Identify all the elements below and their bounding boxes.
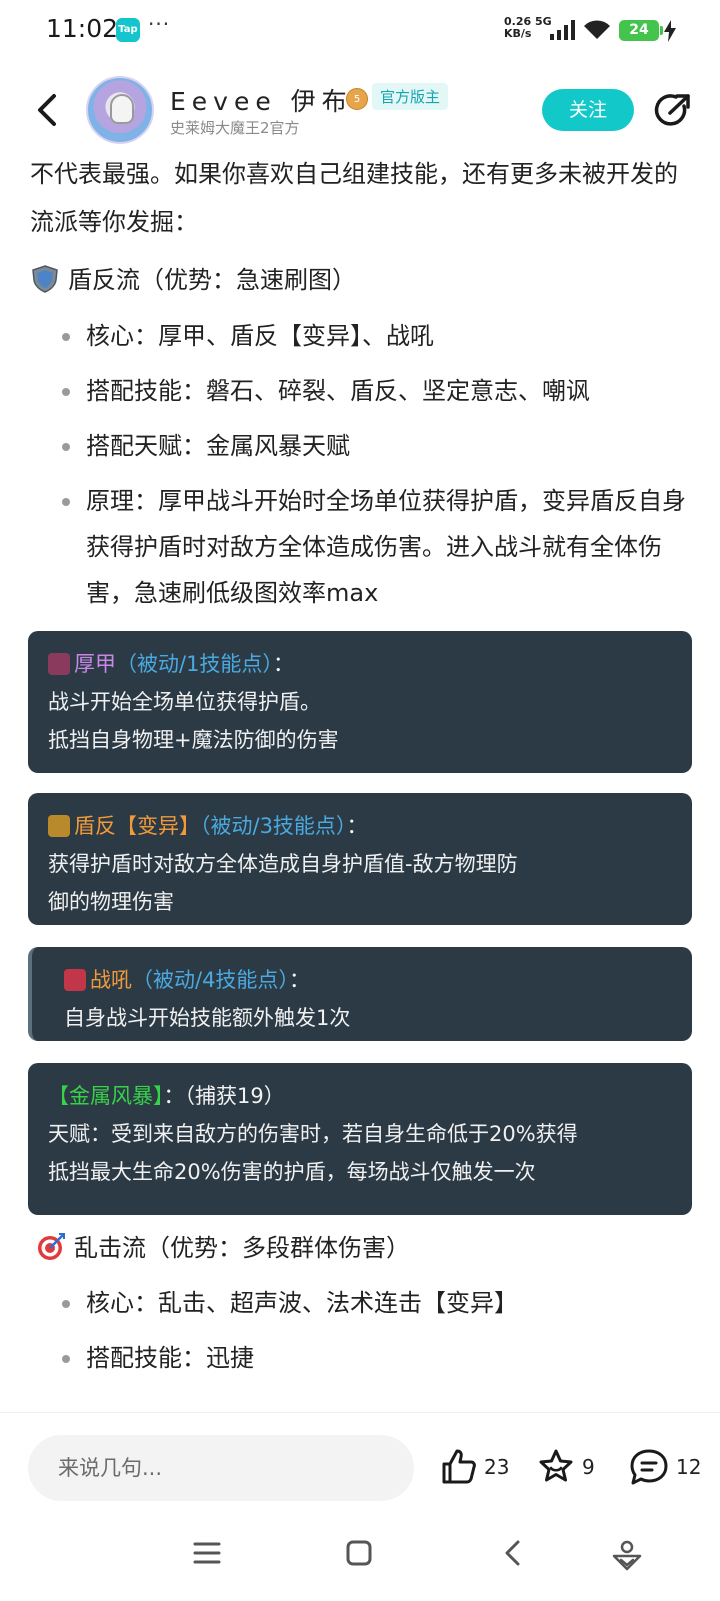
list-item: 核心：厚甲、盾反【变异】、战吼 — [62, 313, 702, 359]
talent-card-title: 【金属风暴】：（捕获19） — [48, 1077, 672, 1115]
share-icon[interactable] — [654, 92, 692, 130]
bullet-dot — [62, 498, 70, 506]
bullet-dot — [62, 1300, 70, 1308]
list-item-text: 搭配技能：迅捷 — [86, 1344, 254, 1372]
skill-type: （被动/4技能点） — [132, 968, 289, 992]
target-icon — [38, 1233, 65, 1260]
follow-button[interactable]: 关注 — [542, 89, 634, 131]
talent-card-metal-storm: 【金属风暴】：（捕获19） 天赋：受到来自敌方的伤害时，若自身生命低于20%获得… — [28, 1063, 692, 1215]
list-item: 搭配天赋：金属风暴天赋 — [62, 423, 702, 469]
skill-colon: ： — [288, 968, 310, 992]
thumbs-up-icon — [442, 1449, 476, 1484]
favorite-count: 9 — [582, 1455, 595, 1479]
back-arrow-icon[interactable] — [32, 90, 62, 130]
wifi-icon — [584, 20, 610, 39]
skill-desc-line: 战斗开始全场单位获得护盾。 — [48, 690, 321, 714]
network-speed-unit: KB/s — [504, 27, 532, 40]
talent-capture: （捕获19） — [184, 1084, 285, 1108]
home-square-icon[interactable] — [344, 1538, 374, 1568]
bullet-dot — [62, 1355, 70, 1363]
shield-icon — [32, 265, 58, 293]
talent-desc-line: 天赋：受到来自敌方的伤害时，若自身生命低于20%获得 — [48, 1122, 578, 1146]
list-item: 搭配技能：磐石、碎裂、盾反、坚定意志、嘲讽 — [62, 368, 702, 414]
comment-input[interactable]: 来说几句... — [28, 1435, 414, 1501]
section-heading-text: 盾反流（优势：急速刷图） — [68, 266, 356, 294]
level-badge: 5 — [346, 88, 368, 110]
bullet-dot — [62, 443, 70, 451]
talent-name: 【金属风暴】 — [48, 1084, 164, 1108]
official-moderator-tag: 官方版主 — [372, 83, 449, 110]
skill-name: 战吼 — [90, 968, 132, 992]
skill-icon — [48, 815, 70, 837]
comment-button[interactable]: 12 — [628, 1437, 701, 1497]
skill-name: 厚甲 — [74, 652, 116, 676]
list-item: 核心：乱击、超声波、法术连击【变异】 — [62, 1280, 702, 1326]
bullet-dot — [62, 388, 70, 396]
like-count: 23 — [484, 1455, 510, 1479]
skill-colon: ： — [272, 652, 294, 676]
talent-desc-line: 抵挡最大生命20%伤害的护盾，每场战斗仅触发一次 — [48, 1160, 536, 1184]
skill-card-title: 厚甲（被动/1技能点）： — [48, 645, 672, 683]
skill-desc-line: 御的物理伤害 — [48, 890, 174, 914]
post-header: Eevee 伊布 5 官方版主 史莱姆大魔王2官方 关注 — [0, 68, 720, 150]
signal-icon — [550, 20, 575, 40]
skill-card-thick-armor: 厚甲（被动/1技能点）： 战斗开始全场单位获得护盾。 抵挡自身物理+魔法防御的伤… — [28, 631, 692, 773]
more-notifications-icon: ··· — [148, 12, 171, 36]
status-bar: 11:02 Tap ··· 0.26 5G KB/s 24 — [0, 0, 720, 62]
skill-icon — [64, 969, 86, 991]
skill-card-title: 盾反【变异】（被动/3技能点）： — [48, 807, 672, 845]
like-button[interactable]: 23 — [438, 1437, 509, 1497]
skill-desc-line: 获得护盾时对敌方全体造成自身护盾值-敌方物理防 — [48, 852, 518, 876]
skill-card-war-cry: 战吼（被动/4技能点）： 自身战斗开始技能额外触发1次 — [28, 947, 692, 1041]
skill-colon: ： — [346, 814, 368, 838]
list-item-text: 搭配技能：磐石、碎裂、盾反、坚定意志、嘲讽 — [86, 377, 590, 405]
section-heading-shield: 盾反流（优势：急速刷图） — [30, 262, 356, 298]
post-content[interactable]: 不代表最强。如果你喜欢自己组建技能，还有更多未被开发的流派等你发掘： 盾反流（优… — [0, 150, 720, 1412]
system-navigation-bar — [0, 1520, 720, 1601]
network-speed: 0.26 5G KB/s — [504, 16, 552, 40]
list-item-text: 搭配天赋：金属风暴天赋 — [86, 432, 350, 460]
skill-type: （被动/1技能点） — [116, 652, 273, 676]
skill-card-title: 战吼（被动/4技能点）： — [64, 961, 672, 999]
section-heading-text: 乱击流（优势：多段群体伤害） — [74, 1234, 410, 1262]
comment-bubble-icon — [630, 1449, 668, 1485]
avatar-character-icon — [110, 94, 134, 124]
bullet-dot — [62, 333, 70, 341]
talent-colon: ： — [163, 1084, 185, 1108]
author-name[interactable]: Eevee 伊布 — [170, 82, 353, 118]
charging-bolt-icon — [664, 20, 676, 42]
author-subtitle: 史莱姆大魔王2官方 — [170, 119, 300, 137]
intro-paragraph: 不代表最强。如果你喜欢自己组建技能，还有更多未被开发的流派等你发掘： — [30, 160, 678, 236]
list-item: 搭配技能：迅捷 — [62, 1335, 702, 1381]
skill-card-shield-counter: 盾反【变异】（被动/3技能点）： 获得护盾时对敌方全体造成自身护盾值-敌方物理防… — [28, 793, 692, 925]
nav-back-icon[interactable] — [498, 1538, 528, 1568]
status-time: 11:02 — [46, 14, 119, 43]
skill-icon — [48, 653, 70, 675]
taptap-app-icon: Tap — [116, 18, 140, 42]
author-avatar[interactable] — [86, 76, 154, 144]
comment-count: 12 — [676, 1455, 702, 1479]
favorite-button[interactable]: 9 — [536, 1437, 595, 1497]
list-item-text: 核心：厚甲、盾反【变异】、战吼 — [86, 322, 434, 350]
section-heading-target: 乱击流（优势：多段群体伤害） — [36, 1230, 410, 1266]
list-item: 原理：厚甲战斗开始时全场单位获得护盾，变异盾反自身获得护盾时对敌方全体造成伤害。… — [62, 478, 702, 616]
star-icon — [539, 1449, 573, 1482]
assistant-icon[interactable] — [610, 1538, 644, 1572]
skill-type: （被动/3技能点） — [200, 814, 347, 838]
menu-icon[interactable] — [192, 1538, 222, 1568]
list-item-text: 原理：厚甲战斗开始时全场单位获得护盾，变异盾反自身获得护盾时对敌方全体造成伤害。… — [86, 487, 686, 607]
list-item-text: 核心：乱击、超声波、法术连击【变异】 — [86, 1289, 518, 1317]
skill-desc-line: 抵挡自身物理+魔法防御的伤害 — [48, 728, 339, 752]
battery-indicator: 24 — [619, 20, 663, 41]
skill-desc-line: 自身战斗开始技能额外触发1次 — [64, 1006, 351, 1030]
bottom-action-bar: 来说几句... 23 9 12 — [0, 1412, 720, 1520]
skill-name: 盾反【变异】 — [74, 814, 200, 838]
